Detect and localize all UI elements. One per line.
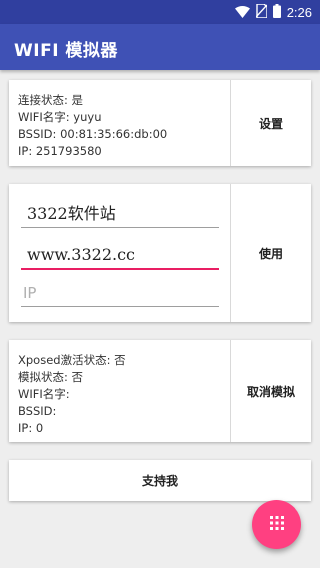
ssid-underline — [21, 227, 219, 228]
bssid-field[interactable]: www.3322.cc — [21, 245, 219, 270]
ip-text: IP: 251793580 — [18, 144, 102, 158]
support-me-button[interactable]: 支持我 — [9, 460, 311, 501]
simulated-bssid-text: BSSID: — [18, 404, 57, 418]
ip-placeholder: IP — [23, 284, 37, 302]
connection-state-text: 连接状态: 是 — [18, 93, 84, 107]
xposed-state-text: Xposed激活状态: 否 — [18, 353, 126, 367]
settings-button[interactable]: 设置 — [231, 80, 311, 166]
ssid-value: 3322软件站 — [27, 204, 116, 223]
grid-icon — [269, 515, 284, 534]
bssid-value: www.3322.cc — [27, 245, 135, 264]
support-me-label: 支持我 — [141, 474, 178, 488]
use-button[interactable]: 使用 — [231, 184, 311, 322]
ssid-field[interactable]: 3322软件站 — [21, 204, 219, 228]
ip-underline — [21, 306, 219, 307]
no-sim-icon — [255, 3, 268, 22]
cancel-simulation-button[interactable]: 取消模拟 — [231, 340, 311, 442]
bssid-underline — [21, 268, 219, 270]
simulation-state-text: 模拟状态: 否 — [18, 370, 84, 384]
connection-info: 连接状态: 是 WIFI名字: yuyu BSSID: 00:81:35:66:… — [9, 80, 231, 166]
ip-field[interactable]: IP — [21, 283, 219, 307]
simulated-ip-text: IP: 0 — [18, 421, 44, 435]
clock: 2:26 — [286, 4, 312, 20]
xposed-info: Xposed激活状态: 否 模拟状态: 否 WIFI名字: BSSID: IP:… — [9, 340, 231, 442]
app-title: WIFI 模拟器 — [14, 41, 118, 61]
battery-icon — [272, 3, 281, 22]
wifi-icon — [234, 3, 250, 22]
connection-status-card: 连接状态: 是 WIFI名字: yuyu BSSID: 00:81:35:66:… — [9, 80, 311, 166]
simulated-wifi-name-text: WIFI名字: — [18, 387, 70, 401]
input-card: 3322软件站 www.3322.cc IP 使用 — [9, 184, 311, 322]
xposed-status-card: Xposed激活状态: 否 模拟状态: 否 WIFI名字: BSSID: IP:… — [9, 340, 311, 442]
floating-action-button[interactable] — [252, 500, 301, 549]
wifi-name-text: WIFI名字: yuyu — [18, 110, 102, 124]
app-bar: WIFI 模拟器 — [0, 24, 320, 70]
status-bar: 2:26 — [0, 0, 320, 24]
input-fields: 3322软件站 www.3322.cc IP — [9, 184, 231, 322]
bssid-text: BSSID: 00:81:35:66:db:00 — [18, 127, 168, 141]
